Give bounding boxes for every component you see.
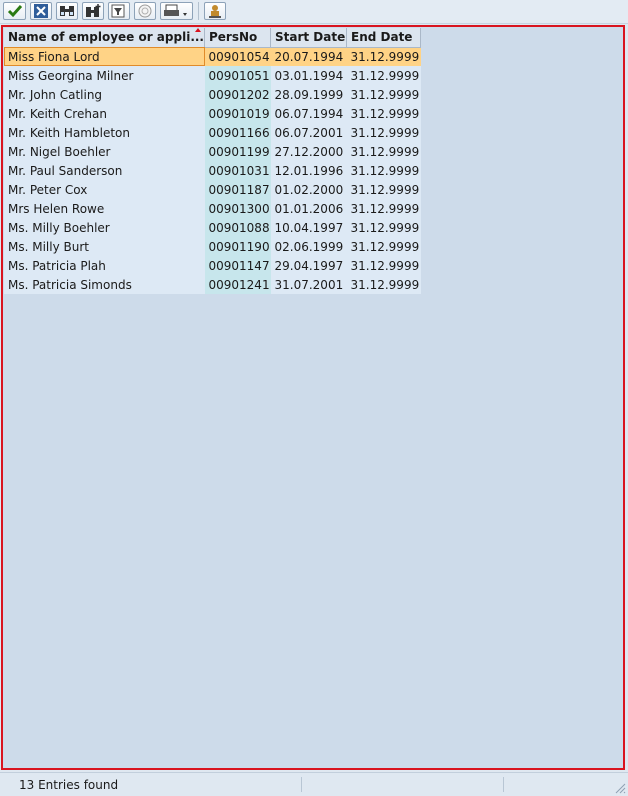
column-header-start-date[interactable]: Start Date	[270, 28, 347, 48]
cell-name[interactable]: Ms. Milly Burt	[4, 237, 205, 256]
cell-end-date[interactable]: 31.12.9999	[346, 66, 421, 85]
table-row[interactable]: Ms. Patricia Plah 00901147 29.04.1997 31.12…	[4, 256, 421, 275]
find-next-button[interactable]	[82, 2, 104, 20]
table-row[interactable]: Mr. Paul Sanderson 00901031 12.01.1996 31.1…	[4, 161, 421, 180]
cell-start-date[interactable]: 20.07.1994	[270, 47, 347, 66]
status-divider	[301, 777, 302, 792]
status-message: 13 Entries found	[19, 778, 119, 792]
cell-persno[interactable]: 00901241	[204, 275, 271, 294]
filter-icon	[111, 4, 125, 18]
status-bar: 13 Entries found	[0, 772, 628, 796]
cell-persno[interactable]: 00901088	[204, 218, 271, 237]
status-divider	[503, 777, 504, 792]
cell-name[interactable]: Mr. Keith Crehan	[4, 104, 205, 123]
cell-end-date[interactable]: 31.12.9999	[346, 256, 421, 275]
table-row[interactable]: Mr. Nigel Boehler 00901199 27.12.2000 31.12…	[4, 142, 421, 161]
cell-persno[interactable]: 00901051	[204, 66, 271, 85]
column-header-end-date[interactable]: End Date	[346, 28, 421, 48]
table-row[interactable]: Mr. Peter Cox 00901187 01.02.2000 31.12.999…	[4, 180, 421, 199]
cell-end-date[interactable]: 31.12.9999	[346, 199, 421, 218]
table-row[interactable]: Mr. Keith Crehan 00901019 06.07.1994 31.12.…	[4, 104, 421, 123]
table-row[interactable]: Ms. Patricia Simonds 00901241 31.07.2001 31…	[4, 275, 421, 294]
cell-start-date[interactable]: 28.09.1999	[270, 85, 347, 104]
cell-end-date[interactable]: 31.12.9999	[346, 104, 421, 123]
cell-start-date[interactable]: 29.04.1997	[270, 256, 347, 275]
cell-end-date[interactable]: 31.12.9999	[346, 47, 421, 66]
cell-end-date[interactable]: 31.12.9999	[346, 161, 421, 180]
cell-persno[interactable]: 00901019	[204, 104, 271, 123]
cell-end-date[interactable]: 31.12.9999	[346, 85, 421, 104]
cell-start-date[interactable]: 03.01.1994	[270, 66, 347, 85]
table-row[interactable]: Miss Georgina Milner 00901051 03.01.1994 31…	[4, 66, 421, 85]
close-icon	[34, 4, 48, 18]
table-row[interactable]: Ms. Milly Burt 00901190 02.06.1999 31.12.99…	[4, 237, 421, 256]
restrict-values-button[interactable]	[108, 2, 130, 20]
table-header-row: Name of employee or appli... PersNo Star…	[4, 28, 421, 48]
cell-start-date[interactable]: 02.06.1999	[270, 237, 347, 256]
resize-grip-icon[interactable]	[614, 782, 626, 794]
cell-persno[interactable]: 00901202	[204, 85, 271, 104]
cell-name[interactable]: Ms. Patricia Plah	[4, 256, 205, 275]
printer-icon	[163, 4, 187, 16]
cell-persno[interactable]: 00901199	[204, 142, 271, 161]
cell-name[interactable]: Mr. Keith Hambleton	[4, 123, 205, 142]
cell-end-date[interactable]: 31.12.9999	[346, 218, 421, 237]
cell-name[interactable]: Mr. Peter Cox	[4, 180, 205, 199]
cell-name[interactable]: Mr. Nigel Boehler	[4, 142, 205, 161]
binoculars-icon	[60, 6, 74, 16]
hit-list-table: Name of employee or appli... PersNo Star…	[4, 28, 421, 294]
cancel-button[interactable]	[30, 2, 52, 20]
cell-persno[interactable]: 00901190	[204, 237, 271, 256]
toolbar	[0, 0, 628, 24]
cell-persno[interactable]: 00901031	[204, 161, 271, 180]
cell-persno[interactable]: 00901300	[204, 199, 271, 218]
cell-start-date[interactable]: 01.01.2006	[270, 199, 347, 218]
table-row[interactable]: Ms. Milly Boehler 00901088 10.04.1997 31.12…	[4, 218, 421, 237]
checkmark-icon	[7, 5, 22, 18]
cell-end-date[interactable]: 31.12.9999	[346, 180, 421, 199]
column-header-name[interactable]: Name of employee or appli...	[4, 28, 205, 48]
cell-name[interactable]: Miss Fiona Lord	[4, 47, 205, 66]
toolbar-separator	[198, 2, 199, 20]
cell-name[interactable]: Ms. Patricia Simonds	[4, 275, 205, 294]
table-row[interactable]: Mr. John Catling 00901202 28.09.1999 31.12.…	[4, 85, 421, 104]
user-list-icon	[209, 5, 221, 18]
cell-name[interactable]: Mr. John Catling	[4, 85, 205, 104]
cell-name[interactable]: Miss Georgina Milner	[4, 66, 205, 85]
cell-start-date[interactable]: 27.12.2000	[270, 142, 347, 161]
cell-start-date[interactable]: 12.01.1996	[270, 161, 347, 180]
cell-persno[interactable]: 00901166	[204, 123, 271, 142]
cell-name[interactable]: Mr. Paul Sanderson	[4, 161, 205, 180]
cell-end-date[interactable]: 31.12.9999	[346, 142, 421, 161]
cell-start-date[interactable]: 10.04.1997	[270, 218, 347, 237]
cell-name[interactable]: Mrs Helen Rowe	[4, 199, 205, 218]
table-row[interactable]: Mr. Keith Hambleton 00901166 06.07.2001 31.…	[4, 123, 421, 142]
table-row[interactable]: Miss Fiona Lord 00901054 20.07.1994 31.12.9…	[4, 47, 421, 66]
cell-name[interactable]: Ms. Milly Boehler	[4, 218, 205, 237]
information-button[interactable]	[134, 2, 156, 20]
sort-ascending-icon	[195, 28, 201, 32]
table-row[interactable]: Mrs Helen Rowe 00901300 01.01.2006 31.12.99…	[4, 199, 421, 218]
binoculars-plus-icon	[86, 4, 101, 17]
continue-button[interactable]	[3, 2, 26, 20]
cell-persno[interactable]: 00901147	[204, 256, 271, 275]
info-icon	[138, 4, 152, 18]
cell-start-date[interactable]: 06.07.2001	[270, 123, 347, 142]
cell-end-date[interactable]: 31.12.9999	[346, 275, 421, 294]
cell-start-date[interactable]: 01.02.2000	[270, 180, 347, 199]
find-button[interactable]	[56, 2, 78, 20]
hit-list-area: Name of employee or appli... PersNo Star…	[1, 25, 625, 770]
print-button[interactable]	[160, 2, 193, 20]
cell-end-date[interactable]: 31.12.9999	[346, 123, 421, 142]
cell-persno[interactable]: 00901187	[204, 180, 271, 199]
cell-end-date[interactable]: 31.12.9999	[346, 237, 421, 256]
column-header-persno[interactable]: PersNo	[204, 28, 271, 48]
personal-list-button[interactable]	[204, 2, 226, 20]
cell-persno[interactable]: 00901054	[204, 47, 271, 66]
cell-start-date[interactable]: 31.07.2001	[270, 275, 347, 294]
cell-start-date[interactable]: 06.07.1994	[270, 104, 347, 123]
